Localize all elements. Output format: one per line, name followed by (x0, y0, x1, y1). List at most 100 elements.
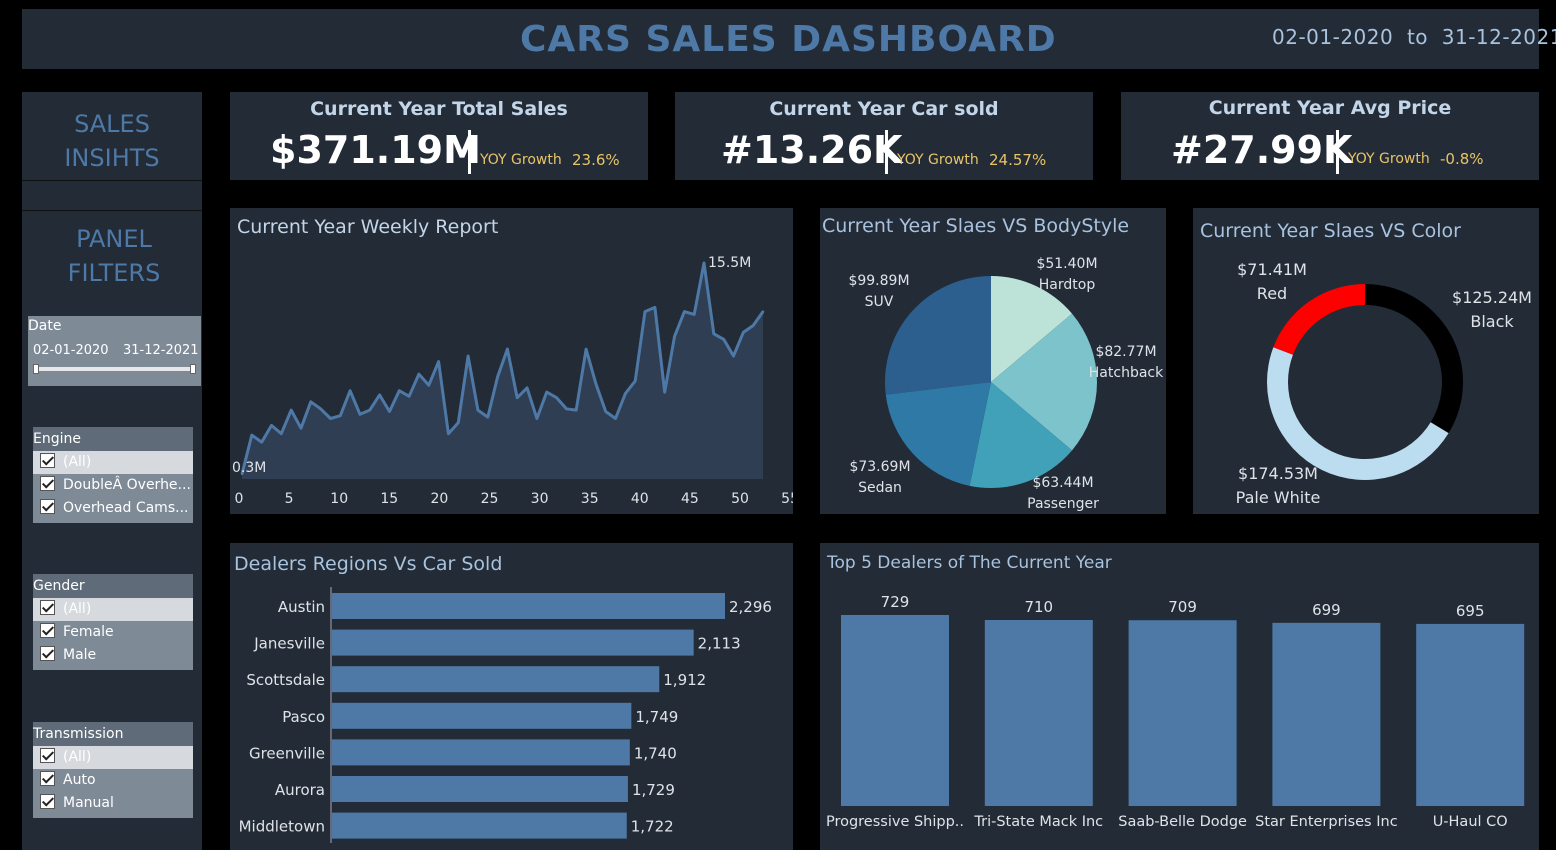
option-label: Manual (63, 795, 114, 811)
weekly-point (742, 331, 745, 334)
dealer-name-label: Tri-State Mack Inc (973, 814, 1103, 830)
dealer-bar (1416, 623, 1525, 806)
weekly-point (348, 389, 352, 392)
weekly-point (378, 393, 381, 397)
checkbox-icon[interactable] (40, 748, 55, 763)
weekly-point (280, 432, 283, 435)
slice-value-label: $51.40M (1036, 256, 1097, 272)
engine-option-double-overhead[interactable]: DoubleÂ Overhe... (33, 474, 193, 497)
top-dealers-bar-chart: 729 Progressive Shipp.. 710 Tri-State Mack … (826, 593, 1525, 830)
weekly-point (319, 407, 322, 410)
weekly-point (673, 335, 676, 338)
slice-name-label: Sedan (858, 480, 902, 496)
weekly-point (427, 383, 430, 387)
date-slider-track[interactable] (36, 367, 194, 371)
checkbox-icon[interactable] (40, 623, 55, 638)
region-value-label: 2,296 (729, 598, 772, 616)
sidebar-divider (22, 180, 202, 181)
dealer-value-label: 729 (881, 593, 910, 611)
weekly-point (732, 354, 735, 358)
dealer-name-label: Progressive Shipp.. (826, 814, 964, 830)
kpi-yoy-value: 24.57% (989, 151, 1047, 169)
region-bar (332, 739, 630, 766)
checkbox-icon[interactable] (40, 453, 55, 468)
weekly-point (575, 408, 578, 412)
date-slider-handle-start[interactable] (33, 364, 39, 374)
checkbox-icon[interactable] (40, 476, 55, 491)
weekly-point (466, 354, 470, 358)
gender-option-female[interactable]: Female (33, 621, 193, 644)
kpi-divider (885, 130, 888, 174)
weekly-max-label: 15.5M (708, 255, 751, 271)
weekly-x-tick: 5 (285, 491, 294, 507)
gender-filter-label: Gender (33, 574, 193, 598)
option-label: Male (63, 647, 97, 663)
dealer-bar (984, 619, 1093, 806)
weekly-report-panel: Current Year Weekly Report 0 5 10 15 20 25 30 3… (230, 208, 793, 514)
kpi-divider (468, 130, 471, 174)
region-value-label: 2,113 (698, 635, 741, 653)
transmission-option-manual[interactable]: Manual (33, 792, 193, 815)
header-bar: CARS SALES DASHBOARD 02-01-2020 to 31-12… (22, 9, 1556, 69)
weekly-point (407, 395, 411, 398)
checkbox-icon[interactable] (40, 771, 55, 786)
date-slider-handle-end[interactable] (190, 364, 196, 374)
weekly-point (299, 426, 303, 430)
weekly-point (437, 360, 440, 363)
weekly-point (594, 382, 598, 385)
weekly-point (751, 324, 755, 327)
kpi-yoy-label: YOY Growth (480, 152, 562, 168)
weekly-point (634, 379, 637, 383)
gender-option-male[interactable]: Male (33, 644, 193, 667)
dealer-value-label: 710 (1024, 598, 1053, 616)
slice-value-label: $71.41M (1237, 260, 1307, 279)
region-category-label: Scottsdale (246, 671, 325, 689)
region-category-label: Aurora (275, 781, 325, 799)
gender-option-all[interactable]: (All) (33, 598, 193, 621)
slice-name-label: Red (1257, 284, 1287, 303)
transmission-option-all[interactable]: (All) (33, 746, 193, 769)
kpi-yoy-label: YOY Growth (1348, 151, 1430, 167)
checkbox-icon[interactable] (40, 600, 55, 615)
region-category-label: Janesville (253, 635, 325, 653)
kpi-title: Current Year Total Sales (310, 98, 568, 120)
checkbox-icon[interactable] (40, 499, 55, 514)
weekly-point (584, 347, 588, 351)
kpi-yoy-label: YOY Growth (897, 152, 979, 168)
dashboard-title: CARS SALES DASHBOARD (520, 19, 1057, 60)
weekly-point (653, 306, 657, 309)
weekly-point (417, 372, 421, 376)
weekly-point (516, 396, 519, 399)
checkbox-icon[interactable] (40, 646, 55, 661)
dealer-bar (1128, 620, 1237, 806)
engine-option-all[interactable]: (All) (33, 451, 193, 474)
weekly-x-tick: 20 (430, 491, 448, 507)
weekly-point (525, 386, 529, 390)
dealer-name-label: Star Enterprises Inc (1255, 814, 1398, 830)
option-label: Auto (63, 772, 96, 788)
kpi-card-total-sales: Current Year Total Sales $371.19M YOY Gr… (230, 92, 648, 180)
weekly-point (260, 440, 263, 444)
region-bar (332, 702, 632, 729)
kpi-yoy-value: 23.6% (572, 151, 620, 169)
engine-option-overhead-cams[interactable]: Overhead Cams... (33, 497, 193, 520)
weekly-x-tick: 50 (731, 491, 749, 507)
weekly-point (388, 410, 391, 413)
weekly-point (643, 310, 647, 313)
region-value-label: 1,912 (663, 671, 706, 689)
slice-name-label: Hatchback (1089, 365, 1164, 381)
weekly-point (624, 392, 627, 395)
slice-name-label: Passenger (1027, 496, 1099, 512)
slice-pale-white (1267, 347, 1449, 480)
weekly-point (447, 432, 450, 435)
weekly-point (457, 421, 460, 424)
weekly-report-chart: 0 5 10 15 20 25 30 35 40 45 50 55 0.3M 15.5M (232, 255, 793, 507)
region-category-label: Greenville (249, 744, 325, 762)
date-filter-start: 02-01-2020 (33, 343, 109, 358)
transmission-option-auto[interactable]: Auto (33, 769, 193, 792)
checkbox-icon[interactable] (40, 794, 55, 809)
dealers-regions-bar-chart: Austin 2,296 Janesville 2,113 Scottsdale 1,91… (239, 587, 772, 843)
weekly-point (398, 389, 401, 392)
weekly-point (496, 375, 499, 379)
slice-name-label: SUV (865, 294, 894, 310)
